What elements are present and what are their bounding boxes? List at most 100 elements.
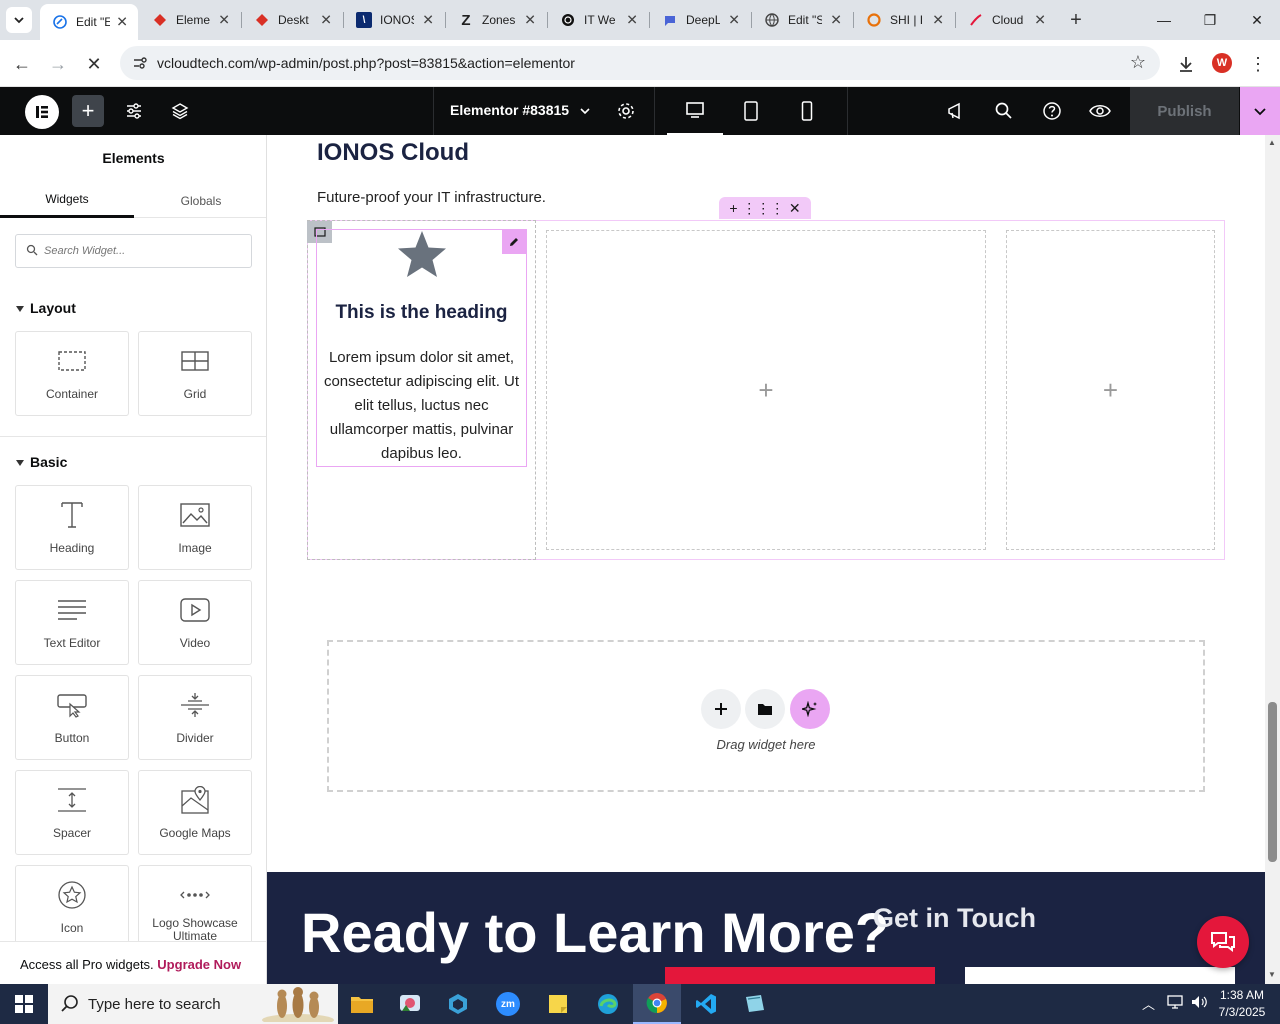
tab-elementor[interactable]: Elemen ✕	[140, 0, 240, 40]
widget-button[interactable]: Button	[15, 675, 129, 760]
close-tab-icon[interactable]: ✕	[320, 12, 332, 29]
tab-edit-s[interactable]: Edit "S ✕	[752, 0, 852, 40]
add-template-button[interactable]	[745, 689, 785, 729]
scroll-up-arrow-icon[interactable]: ▲	[1268, 138, 1276, 147]
minimize-button[interactable]: —	[1141, 0, 1187, 40]
get-in-touch-heading[interactable]: Get in Touch	[873, 903, 1036, 934]
zoom-taskbar-icon[interactable]: zm	[484, 984, 532, 1024]
taskbar-search[interactable]: Type here to search	[48, 984, 338, 1024]
page-settings-gear-icon[interactable]	[614, 99, 638, 123]
tab-desktop[interactable]: Deskt ✕	[242, 0, 342, 40]
url-text[interactable]: vcloudtech.com/wp-admin/post.php?post=83…	[157, 55, 575, 71]
tab-edit-elementor[interactable]: Edit "E ✕	[40, 4, 138, 40]
network-icon[interactable]	[1166, 994, 1184, 1013]
preview-eye-icon[interactable]	[1088, 99, 1112, 123]
close-tab-icon[interactable]: ✕	[626, 12, 638, 29]
publish-options-button[interactable]	[1240, 87, 1280, 135]
document-title-area[interactable]: Elementor #83815	[433, 87, 655, 135]
address-bar[interactable]: vcloudtech.com/wp-admin/post.php?post=83…	[120, 46, 1160, 80]
upgrade-now-link[interactable]: Upgrade Now	[157, 957, 241, 972]
bookmark-star-icon[interactable]: ☆	[1130, 52, 1146, 73]
new-tab-button[interactable]: +	[1064, 8, 1088, 32]
document-title[interactable]: Elementor #83815	[450, 102, 569, 118]
finder-search-icon[interactable]	[992, 99, 1016, 123]
mobile-view-button[interactable]	[779, 87, 835, 135]
widget-search-input[interactable]	[44, 241, 244, 261]
close-tab-icon[interactable]: ✕	[830, 12, 842, 29]
close-tab-icon[interactable]: ✕	[932, 12, 944, 29]
site-settings-sliders-icon[interactable]	[122, 99, 146, 123]
site-settings-icon[interactable]	[132, 55, 148, 71]
section-subtitle[interactable]: Future-proof your IT infrastructure.	[317, 189, 546, 206]
sticky-notes-taskbar-icon[interactable]	[534, 984, 582, 1024]
tab-shi[interactable]: SHI | I ✕	[854, 0, 954, 40]
scrollbar-thumb[interactable]	[1268, 702, 1277, 862]
publish-button[interactable]: Publish	[1130, 87, 1239, 135]
taskbar-clock[interactable]: 1:38 AM 7/3/2025	[1212, 987, 1272, 1021]
add-section-dropzone[interactable]: Drag widget here	[327, 640, 1205, 792]
app-taskbar-icon[interactable]	[434, 984, 482, 1024]
chevron-down-icon[interactable]	[578, 99, 592, 123]
add-container-icon[interactable]: +	[729, 200, 737, 216]
close-tab-icon[interactable]: ✕	[218, 12, 230, 29]
icon-box-heading[interactable]: This is the heading	[316, 302, 527, 324]
edit-widget-button[interactable]	[502, 230, 526, 254]
add-element-button[interactable]: +	[72, 95, 104, 127]
tab-ionos[interactable]: \ IONOS ✕	[344, 0, 444, 40]
show-hidden-icons-chevron-icon[interactable]: ︿	[1142, 994, 1155, 1013]
structure-layers-icon[interactable]	[168, 99, 192, 123]
tablet-view-button[interactable]	[723, 87, 779, 135]
chrome-taskbar-icon[interactable]	[633, 984, 681, 1024]
chat-widget-button[interactable]	[1197, 916, 1249, 968]
restore-button[interactable]: ❐	[1187, 0, 1233, 40]
ai-build-button[interactable]	[790, 689, 830, 729]
widget-google-maps[interactable]: Google Maps	[138, 770, 252, 855]
close-tab-icon[interactable]: ✕	[116, 14, 128, 31]
desktop-view-button[interactable]	[667, 87, 723, 135]
plus-icon[interactable]: +	[758, 375, 773, 406]
plus-icon[interactable]: +	[1103, 375, 1118, 406]
empty-column-add-widget[interactable]: +	[546, 230, 986, 550]
tab-globals[interactable]: Globals	[134, 183, 266, 218]
whats-new-megaphone-icon[interactable]	[944, 99, 968, 123]
browser-menu-icon[interactable]: ⋮	[1244, 50, 1272, 78]
widget-grid[interactable]: Grid	[138, 331, 252, 416]
app-taskbar-icon[interactable]	[731, 984, 779, 1024]
stop-loading-button[interactable]: ✕	[80, 50, 108, 78]
category-basic[interactable]: Basic	[16, 454, 67, 470]
drag-handle-icon[interactable]: ⋮⋮⋮	[742, 200, 784, 217]
edge-taskbar-icon[interactable]	[584, 984, 632, 1024]
widget-text-editor[interactable]: Text Editor	[15, 580, 129, 665]
tab-search-button[interactable]	[6, 7, 32, 33]
help-icon[interactable]	[1040, 99, 1064, 123]
widget-spacer[interactable]: Spacer	[15, 770, 129, 855]
close-tab-icon[interactable]: ✕	[728, 12, 740, 29]
widget-image[interactable]: Image	[138, 485, 252, 570]
vscode-taskbar-icon[interactable]	[682, 984, 730, 1024]
scroll-down-arrow-icon[interactable]: ▼	[1268, 970, 1276, 979]
widget-container[interactable]: Container	[15, 331, 129, 416]
close-tab-icon[interactable]: ✕	[1034, 12, 1046, 29]
close-tab-icon[interactable]: ✕	[524, 12, 536, 29]
elementor-logo-button[interactable]	[25, 95, 59, 129]
widget-video[interactable]: Video	[138, 580, 252, 665]
widget-icon[interactable]: Icon	[15, 865, 129, 950]
tab-widgets[interactable]: Widgets	[0, 183, 134, 218]
tab-cloud[interactable]: Cloud ✕	[956, 0, 1056, 40]
file-explorer-taskbar-icon[interactable]	[338, 984, 386, 1024]
category-layout[interactable]: Layout	[16, 300, 76, 316]
back-button[interactable]: ←	[8, 50, 36, 78]
app-taskbar-icon[interactable]	[386, 984, 434, 1024]
cta-heading[interactable]: Ready to Learn More?	[301, 902, 889, 964]
empty-column-add-widget[interactable]: +	[1006, 230, 1215, 550]
delete-container-icon[interactable]: ✕	[789, 200, 801, 217]
widget-search[interactable]	[15, 234, 252, 268]
close-tab-icon[interactable]: ✕	[422, 12, 434, 29]
widget-heading[interactable]: Heading	[15, 485, 129, 570]
widget-logo-showcase-ultimate[interactable]: Logo Showcase Ultimate	[138, 865, 252, 950]
close-window-button[interactable]: ✕	[1234, 0, 1280, 40]
tab-zones[interactable]: Z Zones ✕	[446, 0, 546, 40]
widget-divider[interactable]: Divider	[138, 675, 252, 760]
forward-button[interactable]: →	[44, 50, 72, 78]
add-new-container-button[interactable]	[701, 689, 741, 729]
